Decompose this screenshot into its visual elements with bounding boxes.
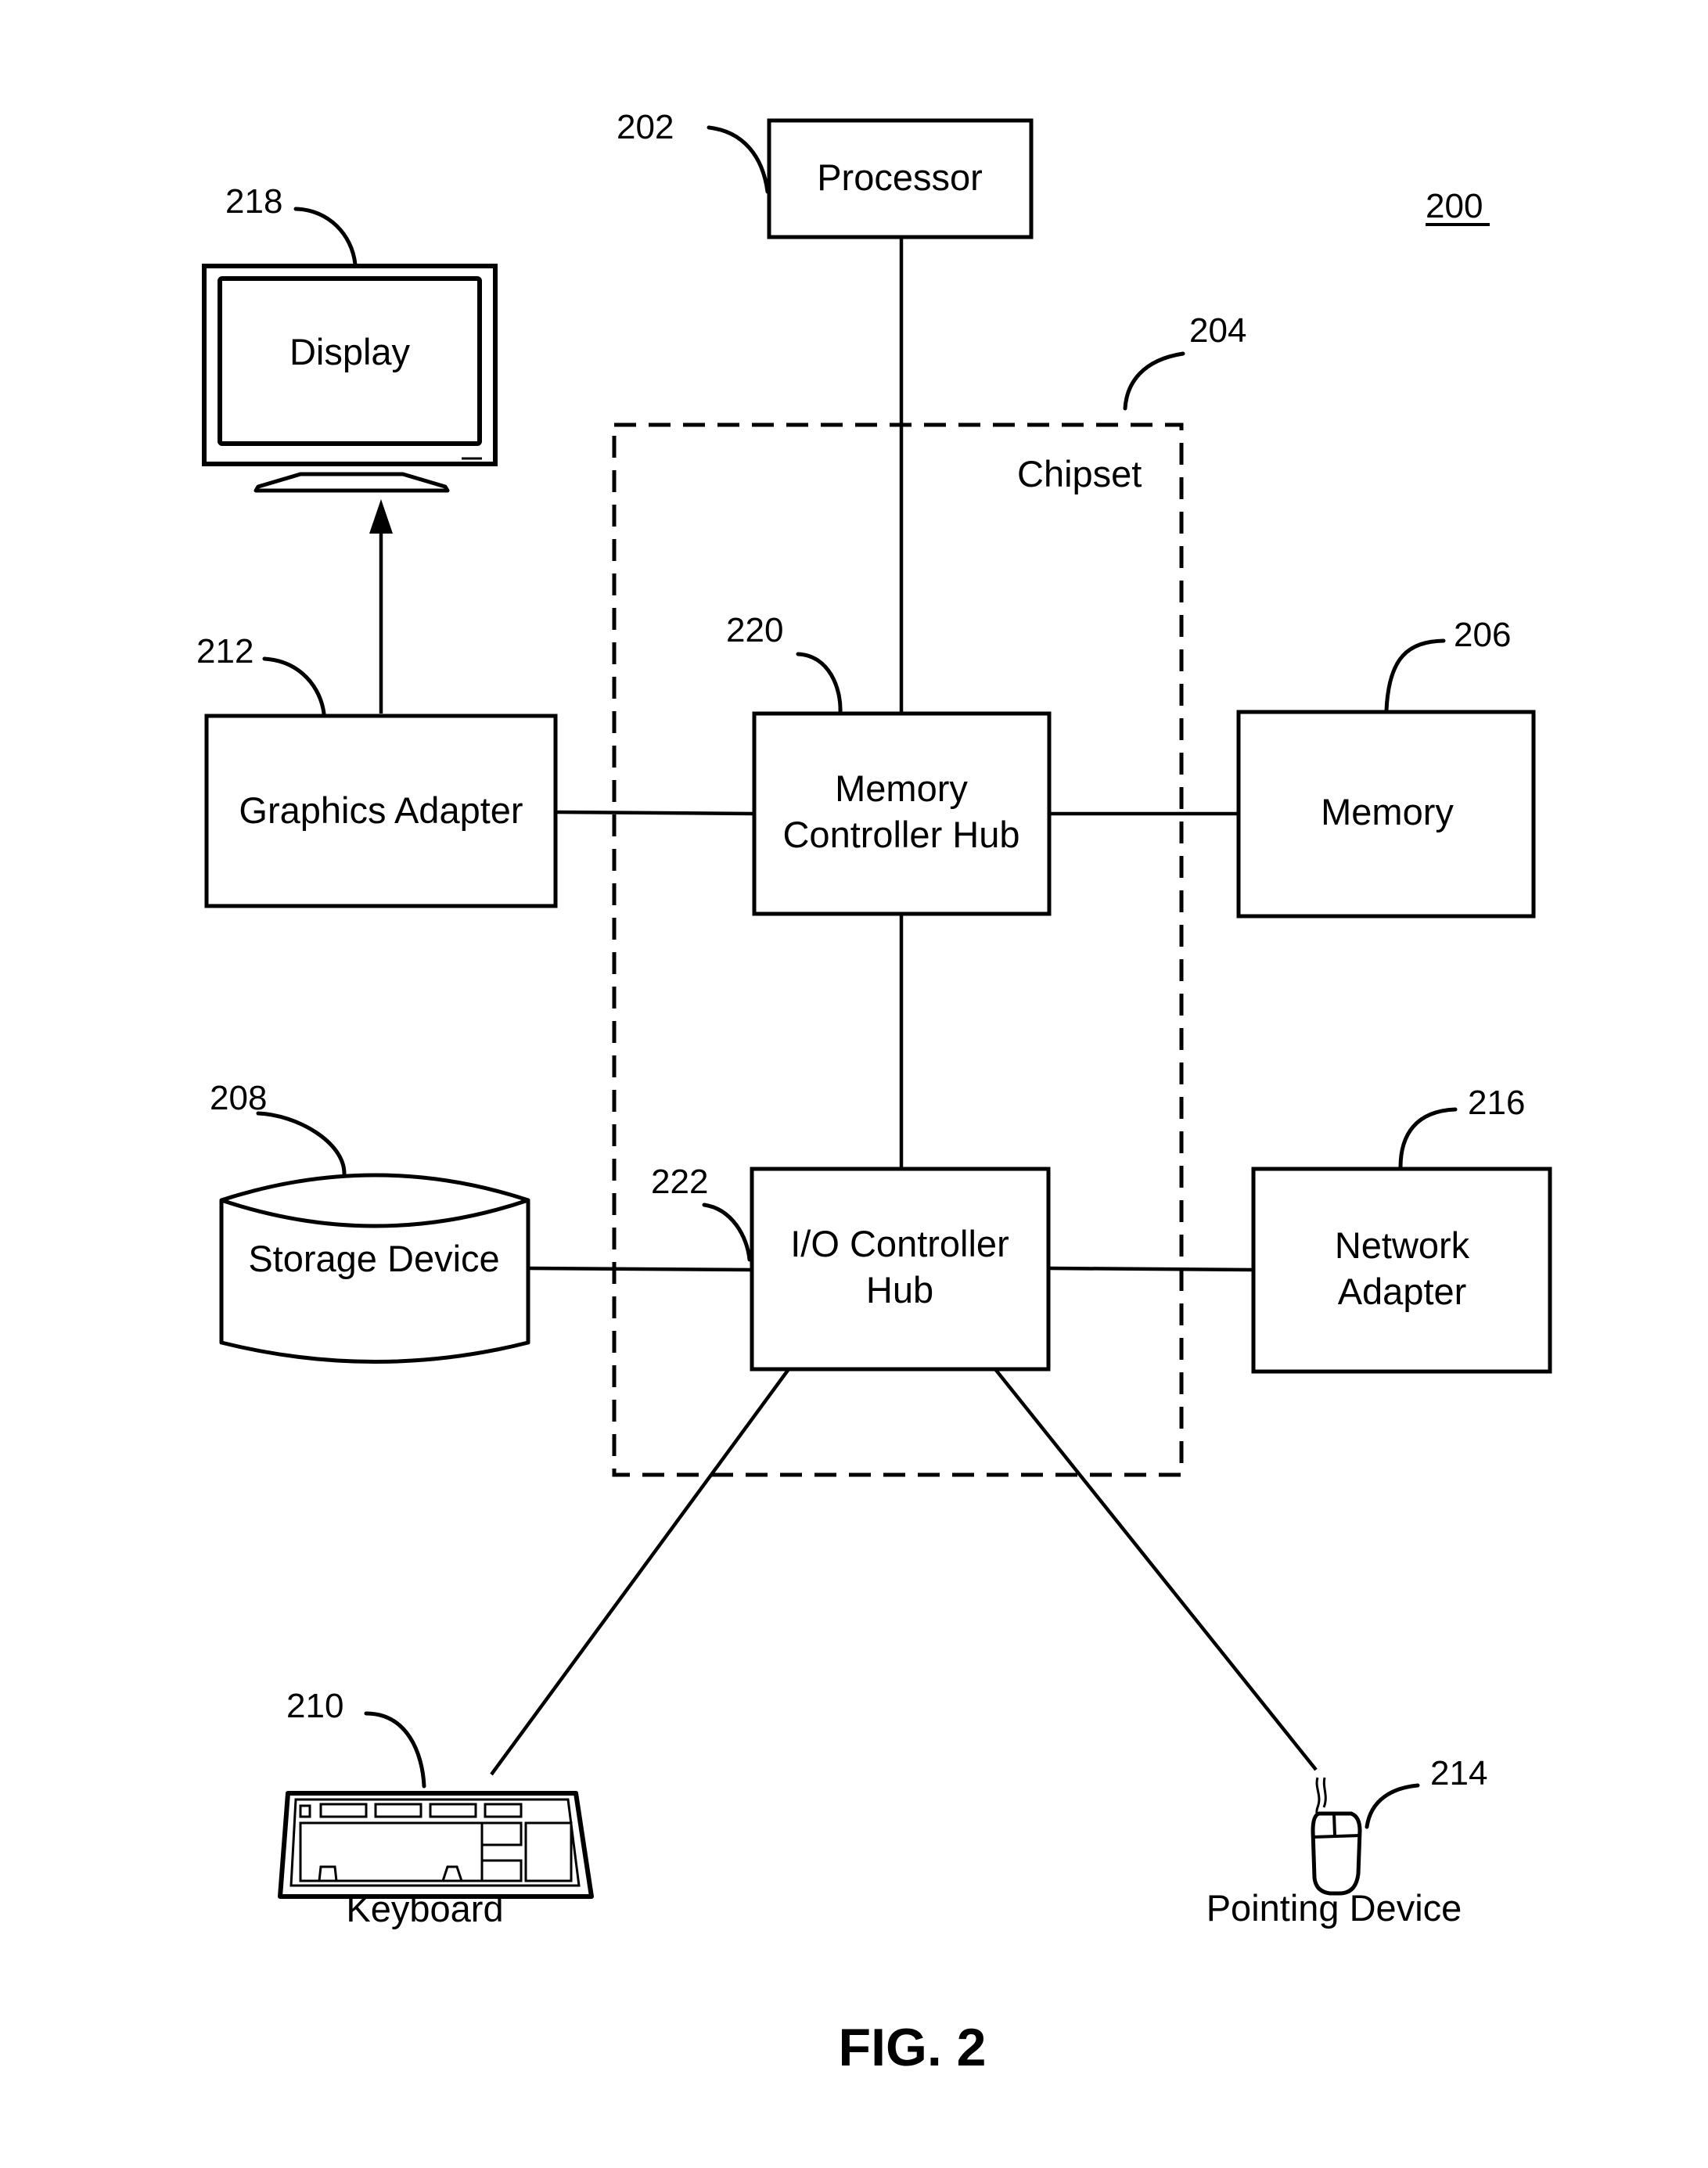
memory-block[interactable]: Memory 206 [1236,616,1536,919]
chipset-leader [1123,351,1185,411]
keyboard-leader [364,1711,426,1789]
ich-ref: 222 [651,1163,708,1201]
storage-label: Storage Device [248,1238,499,1279]
storage-leader [256,1111,347,1176]
mouse-button-divider [1312,1834,1361,1839]
mch-ref: 220 [726,611,783,649]
display-leader [293,207,358,267]
graphics-adapter-label: Graphics Adapter [239,789,523,831]
io-controller-hub-block[interactable]: I/O Controller Hub 222 [651,1163,1051,1372]
monitor-stand [254,472,450,493]
pointing-device-label: Pointing Device [1206,1887,1462,1929]
chipset-ref: 204 [1189,311,1246,350]
processor-label: Processor [817,156,983,198]
ich-label-line1: I/O Controller [790,1223,1009,1264]
network-adapter-block[interactable]: Network Adapter 216 [1251,1084,1552,1374]
mouse-body-icon[interactable] [1311,1811,1362,1896]
graphics-adapter-leader [262,656,326,716]
mouse-button-split [1332,1813,1336,1836]
processor-ref: 202 [617,108,674,146]
mouse-cable-2 [1322,1777,1327,1808]
wire-ich-keyboard [490,1368,790,1776]
display-block[interactable]: Display 218 [202,182,498,493]
wire-ich-network [1048,1266,1254,1272]
ich-label-line2: Hub [866,1269,933,1311]
memory-leader [1384,638,1446,713]
network-adapter-label-line2: Adapter [1338,1271,1467,1312]
system-ref-200: 200 [1426,187,1490,226]
network-adapter-leader [1398,1107,1458,1170]
display-label: Display [289,331,411,372]
pointing-device-block[interactable]: Pointing Device 214 [1206,1754,1488,1929]
mch-label-line1: Memory [835,768,968,809]
storage-device-block[interactable]: Storage Device 208 [210,1079,530,1364]
keyboard-label: Keyboard [346,1888,503,1929]
wire-graphics-mch [555,810,755,816]
connections [369,237,1318,1776]
network-adapter-ref: 216 [1468,1084,1525,1122]
ich-leader [702,1203,752,1262]
mouse-cable [1315,1777,1321,1817]
pointing-device-ref: 214 [1430,1754,1487,1792]
mch-label-line2: Controller Hub [782,814,1019,855]
keyboard-ref: 210 [286,1687,343,1725]
graphics-adapter-block[interactable]: Graphics Adapter 212 [196,632,558,908]
network-adapter-label-line1: Network [1335,1224,1470,1266]
memory-label: Memory [1321,791,1454,832]
block-diagram: 200 Chipset 204 Processor 202 Display 21… [196,108,1552,2077]
processor-block[interactable]: Processor 202 [617,108,1034,239]
graphics-adapter-ref: 212 [196,632,254,671]
system-ref-label: 200 [1426,187,1483,225]
wire-storage-ich [527,1266,753,1272]
keyboard-block[interactable]: Keyboard 210 [278,1687,594,1929]
arrow-head-icon [369,499,393,534]
pointing-device-leader [1365,1783,1420,1829]
memory-controller-hub-block[interactable]: Memory Controller Hub 220 [726,611,1052,916]
wire-ich-mouse [994,1368,1318,1771]
memory-ref: 206 [1454,616,1511,654]
display-ref: 218 [225,182,282,221]
figure-caption: FIG. 2 [839,2018,987,2077]
chipset-label: Chipset [1017,453,1142,494]
mch-leader [796,652,843,714]
processor-leader [707,125,770,194]
